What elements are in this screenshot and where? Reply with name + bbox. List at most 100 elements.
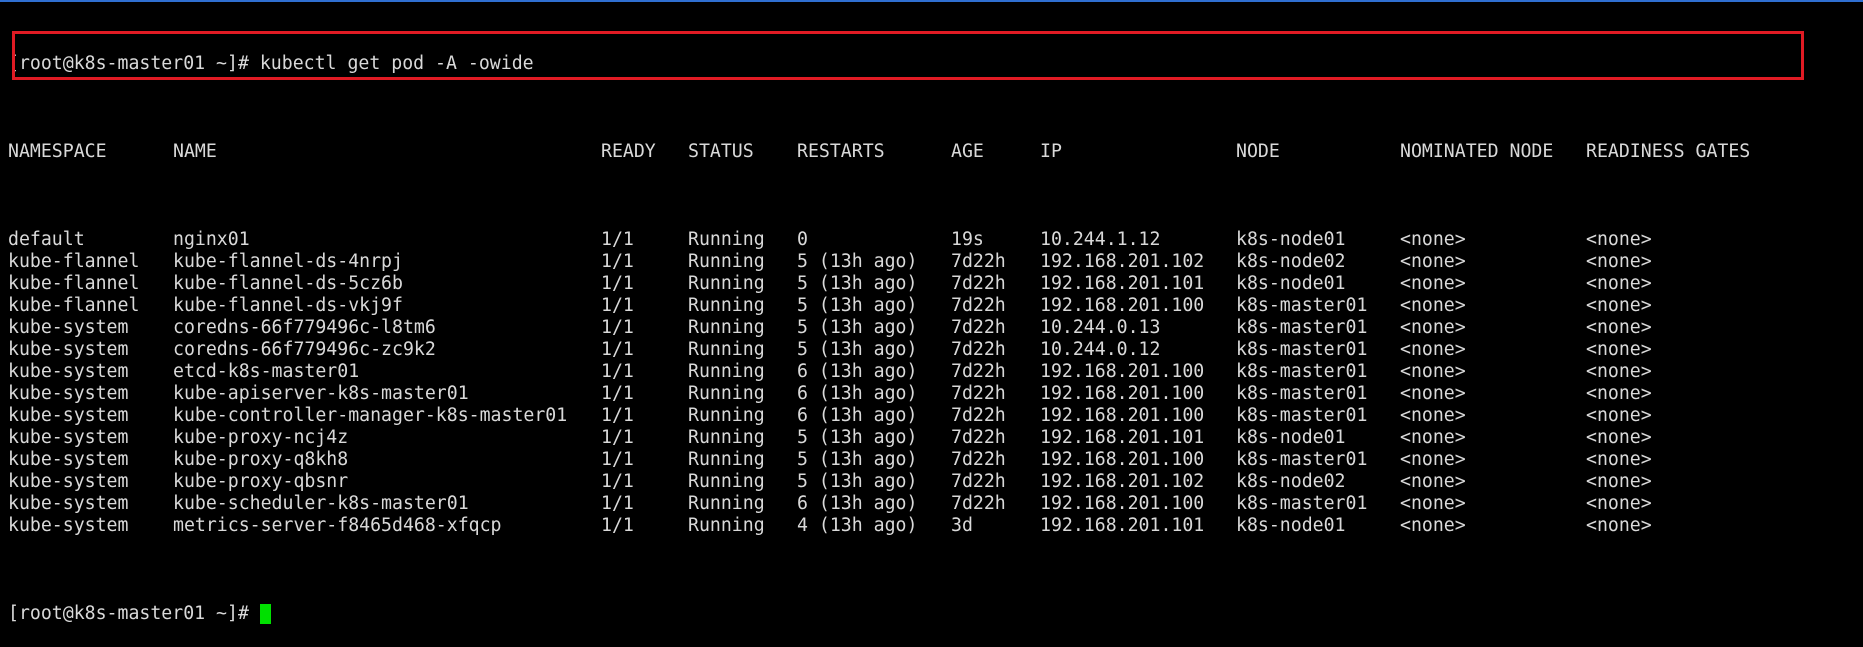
cell-ready: 1/1 [601, 493, 634, 514]
header-name: NAME [173, 141, 217, 162]
cell-node: k8s-master01 [1236, 405, 1368, 426]
cell-name: nginx01 [173, 229, 250, 250]
header-node: NODE [1236, 141, 1280, 162]
cell-status: Running [688, 515, 765, 536]
header-ready: READY [601, 141, 656, 162]
cell-node: k8s-node02 [1236, 251, 1346, 272]
cell-nominated: <none> [1400, 317, 1466, 338]
cell-nominated: <none> [1400, 251, 1466, 272]
cell-name: kube-proxy-q8kh8 [173, 449, 349, 470]
table-row: kube-system coredns-66f779496c-zc9k2 1/1 Ru… [8, 339, 1856, 361]
cell-ready: 1/1 [601, 383, 634, 404]
cell-ip: 10.244.0.13 [1040, 317, 1161, 338]
table-row: kube-system kube-apiserver-k8s-master01 1/… [8, 383, 1856, 405]
cell-name: kube-proxy-qbsnr [173, 471, 349, 492]
cell-age: 7d22h [951, 251, 1006, 272]
cell-gates: <none> [1586, 251, 1652, 272]
cell-ready: 1/1 [601, 471, 634, 492]
command-line: [root@k8s-master01 ~]# kubectl get pod -… [8, 53, 1856, 75]
cell-nominated: <none> [1400, 515, 1466, 536]
cell-ready: 1/1 [601, 361, 634, 382]
cell-gates: <none> [1586, 361, 1652, 382]
cell-restarts: 5 (13h ago) [797, 449, 918, 470]
cell-ready: 1/1 [601, 295, 634, 316]
header-nominated-node: NOMINATED NODE [1400, 141, 1554, 162]
cell-status: Running [688, 493, 765, 514]
cell-ready: 1/1 [601, 229, 634, 250]
header-restarts: RESTARTS [797, 141, 885, 162]
cell-restarts: 5 (13h ago) [797, 273, 918, 294]
cell-name: kube-flannel-ds-4nrpj [173, 251, 403, 272]
cell-nominated: <none> [1400, 361, 1466, 382]
cell-name: kube-scheduler-k8s-master01 [173, 493, 469, 514]
cell-restarts: 5 (13h ago) [797, 471, 918, 492]
cell-gates: <none> [1586, 427, 1652, 448]
cell-status: Running [688, 251, 765, 272]
cell-ip: 192.168.201.102 [1040, 251, 1205, 272]
table-row: kube-system kube-controller-manager-k8s-m… [8, 405, 1856, 427]
terminal-cursor [259, 604, 271, 624]
cell-status: Running [688, 405, 765, 426]
table-row: kube-flannel kube-flannel-ds-5cz6b 1/1 Runn… [8, 273, 1856, 295]
cell-age: 7d22h [951, 449, 1006, 470]
cell-namespace: kube-flannel [8, 295, 140, 316]
cell-node: k8s-master01 [1236, 361, 1368, 382]
cell-age: 7d22h [951, 471, 1006, 492]
cell-age: 7d22h [951, 339, 1006, 360]
cell-restarts: 6 (13h ago) [797, 405, 918, 426]
cell-age: 7d22h [951, 493, 1006, 514]
cell-name: kube-proxy-ncj4z [173, 427, 349, 448]
cell-namespace: kube-flannel [8, 251, 140, 272]
cell-gates: <none> [1586, 471, 1652, 492]
cell-status: Running [688, 317, 765, 338]
cell-name: metrics-server-f8465d468-xfqcp [173, 515, 502, 536]
cell-node: k8s-node01 [1236, 515, 1346, 536]
cell-name: kube-controller-manager-k8s-master01 [173, 405, 568, 426]
cell-nominated: <none> [1400, 295, 1466, 316]
cell-status: Running [688, 383, 765, 404]
header-namespace: NAMESPACE [8, 141, 107, 162]
cell-namespace: kube-system [8, 339, 129, 360]
cell-status: Running [688, 273, 765, 294]
cell-ip: 192.168.201.100 [1040, 295, 1205, 316]
cell-status: Running [688, 449, 765, 470]
final-prompt: [root@k8s-master01 ~]# [8, 603, 249, 624]
cell-node: k8s-master01 [1236, 449, 1368, 470]
cell-namespace: kube-system [8, 317, 129, 338]
cell-ready: 1/1 [601, 515, 634, 536]
cell-nominated: <none> [1400, 273, 1466, 294]
cell-restarts: 5 (13h ago) [797, 295, 918, 316]
cell-age: 7d22h [951, 383, 1006, 404]
cell-age: 7d22h [951, 295, 1006, 316]
cell-nominated: <none> [1400, 427, 1466, 448]
cell-restarts: 5 (13h ago) [797, 251, 918, 272]
cell-ip: 192.168.201.100 [1040, 383, 1205, 404]
cell-status: Running [688, 361, 765, 382]
cell-ready: 1/1 [601, 339, 634, 360]
table-row: kube-system etcd-k8s-master01 1/1 Running 6 … [8, 361, 1856, 383]
table-row: kube-flannel kube-flannel-ds-4nrpj 1/1 Runn… [8, 251, 1856, 273]
command-prompt: [root@k8s-master01 ~]# kubectl get pod -… [8, 53, 534, 74]
cell-node: k8s-master01 [1236, 295, 1368, 316]
cell-ready: 1/1 [601, 273, 634, 294]
cell-status: Running [688, 471, 765, 492]
cell-ip: 10.244.0.12 [1040, 339, 1161, 360]
cell-gates: <none> [1586, 273, 1652, 294]
cell-ip: 192.168.201.101 [1040, 515, 1205, 536]
cell-status: Running [688, 339, 765, 360]
cell-nominated: <none> [1400, 449, 1466, 470]
cell-gates: <none> [1586, 383, 1652, 404]
cell-gates: <none> [1586, 515, 1652, 536]
cell-name: coredns-66f779496c-l8tm6 [173, 317, 436, 338]
cell-ip: 192.168.201.101 [1040, 273, 1205, 294]
cell-restarts: 5 (13h ago) [797, 427, 918, 448]
cell-ip: 192.168.201.100 [1040, 405, 1205, 426]
table-row: kube-system kube-proxy-ncj4z 1/1 Running 5 (… [8, 427, 1856, 449]
cell-namespace: kube-system [8, 515, 129, 536]
cell-ip: 10.244.1.12 [1040, 229, 1161, 250]
cell-restarts: 5 (13h ago) [797, 317, 918, 338]
terminal-output[interactable]: [root@k8s-master01 ~]# kubectl get pod -… [8, 9, 1856, 624]
cell-namespace: kube-system [8, 493, 129, 514]
current-prompt-line[interactable]: [root@k8s-master01 ~]# [8, 603, 1856, 625]
cell-age: 7d22h [951, 427, 1006, 448]
